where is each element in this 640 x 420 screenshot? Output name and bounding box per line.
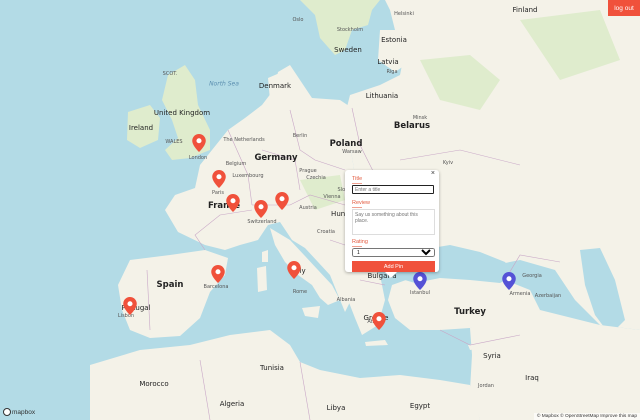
map-pin-istanbul[interactable] [413, 272, 427, 290]
mapbox-logo-text: mapbox [12, 408, 36, 416]
map-pin-france[interactable] [226, 194, 240, 212]
add-pin-popup: × Title Review Rating 1 2 3 4 5 Add Pin [345, 170, 439, 278]
pin-icon [254, 200, 268, 218]
close-icon[interactable]: × [431, 170, 435, 177]
pin-icon [413, 272, 427, 290]
map-pin-rome[interactable] [287, 261, 301, 279]
pin-icon [211, 265, 225, 283]
map-pin-paris[interactable] [212, 170, 226, 188]
logout-button[interactable]: log out [608, 0, 640, 16]
rating-select[interactable]: 1 2 3 4 5 [352, 248, 435, 257]
pin-icon [287, 261, 301, 279]
map-pin-london[interactable] [192, 134, 206, 152]
pin-icon [226, 194, 240, 212]
map-canvas[interactable]: North Sea Sweden Finland Estonia Latvia … [0, 0, 640, 420]
map-base [0, 0, 640, 420]
map-pin-athens[interactable] [372, 312, 386, 330]
pin-icon [502, 272, 516, 290]
map-pin-geneva[interactable] [254, 200, 268, 218]
mapbox-logo-icon [3, 408, 11, 416]
pin-icon [123, 297, 137, 315]
map-pin-barcelona[interactable] [211, 265, 225, 283]
pin-icon [372, 312, 386, 330]
map-pin-lisbon[interactable] [123, 297, 137, 315]
pin-icon [192, 134, 206, 152]
map-pin-zurich[interactable] [275, 192, 289, 210]
mapbox-logo[interactable]: mapbox [3, 408, 35, 416]
map-attribution[interactable]: © Mapbox © OpenStreetMap Improve this ma… [533, 413, 640, 420]
title-input[interactable] [352, 185, 434, 194]
map-pin-georgia[interactable] [502, 272, 516, 290]
review-label: Review [352, 200, 371, 208]
add-pin-button[interactable]: Add Pin [352, 261, 435, 272]
pin-icon [275, 192, 289, 210]
title-label: Title [352, 176, 363, 184]
review-textarea[interactable] [352, 209, 435, 235]
pin-icon [212, 170, 226, 188]
rating-label: Rating [352, 239, 368, 247]
